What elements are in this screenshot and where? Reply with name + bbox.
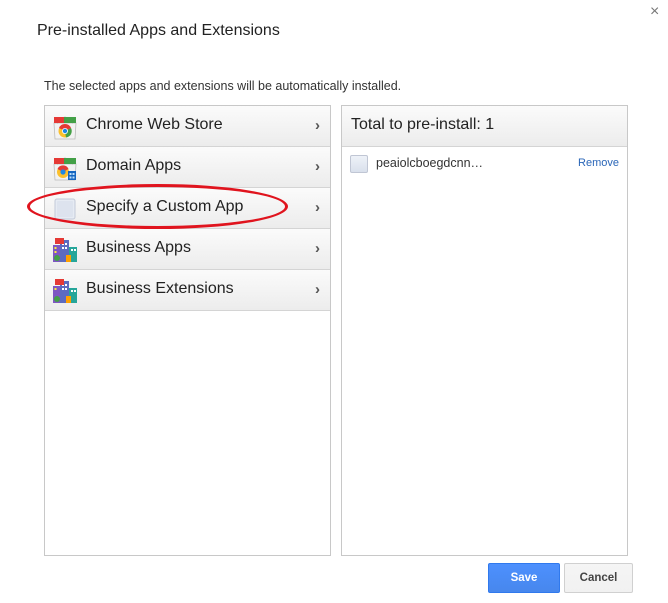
total-count-label: Total to pre-install: 1 [351, 116, 495, 133]
list-item: peaiolcboegdcnn… Remove [342, 147, 627, 179]
category-label: Business Apps [86, 239, 191, 256]
chrome-web-store-icon [53, 116, 77, 140]
chevron-right-icon: › [315, 158, 320, 175]
close-icon[interactable]: × [650, 3, 659, 21]
app-placeholder-icon [350, 155, 368, 173]
category-chrome-web-store[interactable]: Chrome Web Store › [45, 106, 330, 147]
category-specify-custom-app[interactable]: Specify a Custom App › [45, 188, 330, 229]
category-list: Chrome Web Store › Domain Apps › Specify… [44, 105, 331, 556]
business-extensions-icon [53, 279, 77, 303]
chevron-right-icon: › [315, 281, 320, 298]
selection-header: Total to pre-install: 1 [342, 106, 627, 147]
chevron-right-icon: › [315, 240, 320, 257]
cancel-button[interactable]: Cancel [564, 563, 633, 593]
selection-panel: Total to pre-install: 1 peaiolcboegdcnn…… [341, 105, 628, 556]
category-business-apps[interactable]: Business Apps › [45, 229, 330, 270]
app-id-label: peaiolcboegdcnn… [376, 156, 484, 170]
category-label: Business Extensions [86, 280, 234, 297]
category-label: Chrome Web Store [86, 116, 223, 133]
category-label: Domain Apps [86, 157, 182, 174]
domain-apps-icon [53, 157, 77, 181]
custom-app-icon [54, 198, 76, 220]
save-button[interactable]: Save [488, 563, 560, 593]
category-label: Specify a Custom App [86, 198, 244, 215]
category-domain-apps[interactable]: Domain Apps › [45, 147, 330, 188]
dialog-subtitle: The selected apps and extensions will be… [44, 79, 402, 93]
category-business-extensions[interactable]: Business Extensions › [45, 270, 330, 311]
dialog-title: Pre-installed Apps and Extensions [37, 22, 280, 39]
chevron-right-icon: › [315, 199, 320, 216]
chevron-right-icon: › [315, 117, 320, 134]
business-apps-icon [53, 238, 77, 262]
remove-link[interactable]: Remove [578, 157, 619, 169]
